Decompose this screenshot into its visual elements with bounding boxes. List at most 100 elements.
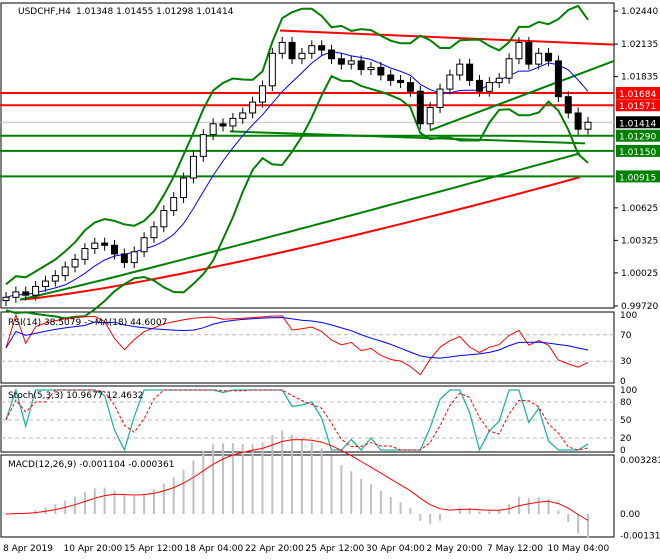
- candle-body: [485, 82, 493, 92]
- price-tick-label: 1.00625: [621, 204, 658, 214]
- candle-body: [554, 60, 562, 98]
- candle-body: [328, 49, 336, 60]
- candle-body: [337, 58, 345, 65]
- level-label: 1.01571: [619, 102, 656, 112]
- candle-body: [189, 155, 197, 179]
- stoch-tick: 0: [620, 446, 626, 456]
- candle-body: [150, 226, 158, 239]
- candle-body: [2, 296, 10, 302]
- candle-body: [308, 45, 316, 54]
- macd-tick: 0.00: [620, 510, 640, 520]
- candle-body: [377, 66, 385, 76]
- level-label: 1.01684: [619, 90, 656, 100]
- ma-green-line: [19, 152, 581, 301]
- candle-body: [32, 285, 40, 296]
- stoch-label: Stoch(5,3,3) 10.9677 12.4632: [8, 391, 143, 401]
- candle-body: [545, 52, 553, 62]
- candle-body: [41, 280, 49, 287]
- candle-body: [61, 266, 69, 277]
- candle-body: [111, 244, 119, 255]
- level-label: 1.01290: [619, 133, 656, 143]
- time-label: 30 Apr 04:00: [366, 544, 425, 554]
- candle-body: [387, 74, 395, 81]
- ma-red-line: [19, 176, 581, 301]
- time-label: 18 Apr 04:00: [185, 544, 244, 554]
- time-label: 7 May 12:00: [487, 544, 543, 554]
- candle-body: [584, 121, 592, 130]
- chart-title: USDCHF,H4: [18, 7, 71, 17]
- candle-body: [209, 123, 217, 136]
- candle-body: [288, 41, 296, 60]
- rsi-tick: 70: [620, 331, 632, 341]
- stoch-tick: 80: [620, 398, 632, 408]
- candle-body: [71, 258, 79, 268]
- macd-tick: 0.003281: [620, 456, 660, 466]
- time-label: 22 Apr 20:00: [245, 544, 304, 554]
- candle-body: [406, 82, 414, 92]
- candle-body: [515, 41, 523, 60]
- trendline-resistance: [279, 29, 615, 46]
- candle-body: [239, 112, 247, 119]
- price-tick-label: 1.01835: [621, 73, 658, 83]
- candle-body: [101, 242, 109, 246]
- candle-body: [22, 291, 30, 296]
- candle-body: [229, 117, 237, 127]
- trading-chart[interactable]: USDCHF,H4 1.01348 1.01455 1.01298 1.0141…: [0, 0, 660, 560]
- ohlc-readout: 1.01348 1.01455 1.01298 1.01414: [76, 7, 234, 17]
- macd-tick: -0.001313: [620, 532, 660, 542]
- candle-body: [347, 60, 355, 65]
- macd-label: MACD(12,26,9) -0.001104 -0.000361: [8, 460, 174, 470]
- candle-body: [416, 90, 424, 125]
- price-tick-label: 1.02440: [621, 7, 658, 17]
- candle-body: [495, 77, 503, 84]
- time-label: 15 Apr 12:00: [124, 544, 183, 554]
- candle-body: [456, 63, 464, 76]
- candle-body: [120, 253, 128, 264]
- candle-body: [160, 210, 168, 228]
- price-tick-label: 1.02135: [621, 40, 658, 50]
- stoch-tick: 100: [620, 386, 637, 396]
- candle-body: [268, 52, 276, 87]
- candle-body: [505, 58, 513, 79]
- candle-body: [367, 66, 375, 71]
- time-label: 10 May 04:00: [548, 544, 610, 554]
- candle-body: [436, 88, 444, 109]
- candle-body: [426, 107, 434, 125]
- candle-body: [357, 60, 365, 71]
- chart-svg[interactable]: USDCHF,H4 1.01348 1.01455 1.01298 1.0141…: [0, 0, 660, 560]
- trendline-horizontal: [229, 130, 586, 145]
- candle-body: [199, 134, 207, 157]
- price-tick-label: 1.00025: [621, 269, 658, 279]
- candle-body: [318, 45, 326, 51]
- candle-body: [12, 291, 20, 298]
- time-label: 2 May 20:00: [427, 544, 483, 554]
- candle-body: [298, 52, 306, 60]
- rsi-tick: 100: [620, 311, 637, 321]
- candle-body: [249, 101, 257, 114]
- candle-body: [475, 79, 483, 92]
- time-label: 25 Apr 12:00: [306, 544, 365, 554]
- candle-body: [446, 74, 454, 90]
- candle-body: [278, 41, 286, 54]
- rsi-tick: 30: [620, 357, 632, 367]
- time-label: 8 Apr 2019: [3, 544, 53, 554]
- level-label: 1.01150: [619, 148, 656, 158]
- stoch-tick: 20: [620, 434, 632, 444]
- candle-body: [258, 85, 266, 103]
- candle-body: [130, 251, 138, 264]
- candle-body: [535, 52, 543, 65]
- candle-body: [180, 177, 188, 199]
- candle-body: [51, 275, 59, 282]
- candle-body: [140, 237, 148, 253]
- price-tick-label: 1.00325: [621, 236, 658, 246]
- candle-body: [170, 197, 178, 212]
- level-label: 1.00915: [619, 173, 656, 183]
- level-label: 1.01414: [619, 119, 656, 129]
- candle-body: [397, 79, 405, 84]
- candle-body: [574, 112, 582, 130]
- candle-body: [219, 123, 227, 127]
- rsi-label: RSI(14) 38.5079 ->MA(18) 44.6007: [8, 318, 167, 328]
- candle-body: [466, 63, 474, 81]
- candle-body: [564, 96, 572, 114]
- time-label: 10 Apr 20:00: [64, 544, 123, 554]
